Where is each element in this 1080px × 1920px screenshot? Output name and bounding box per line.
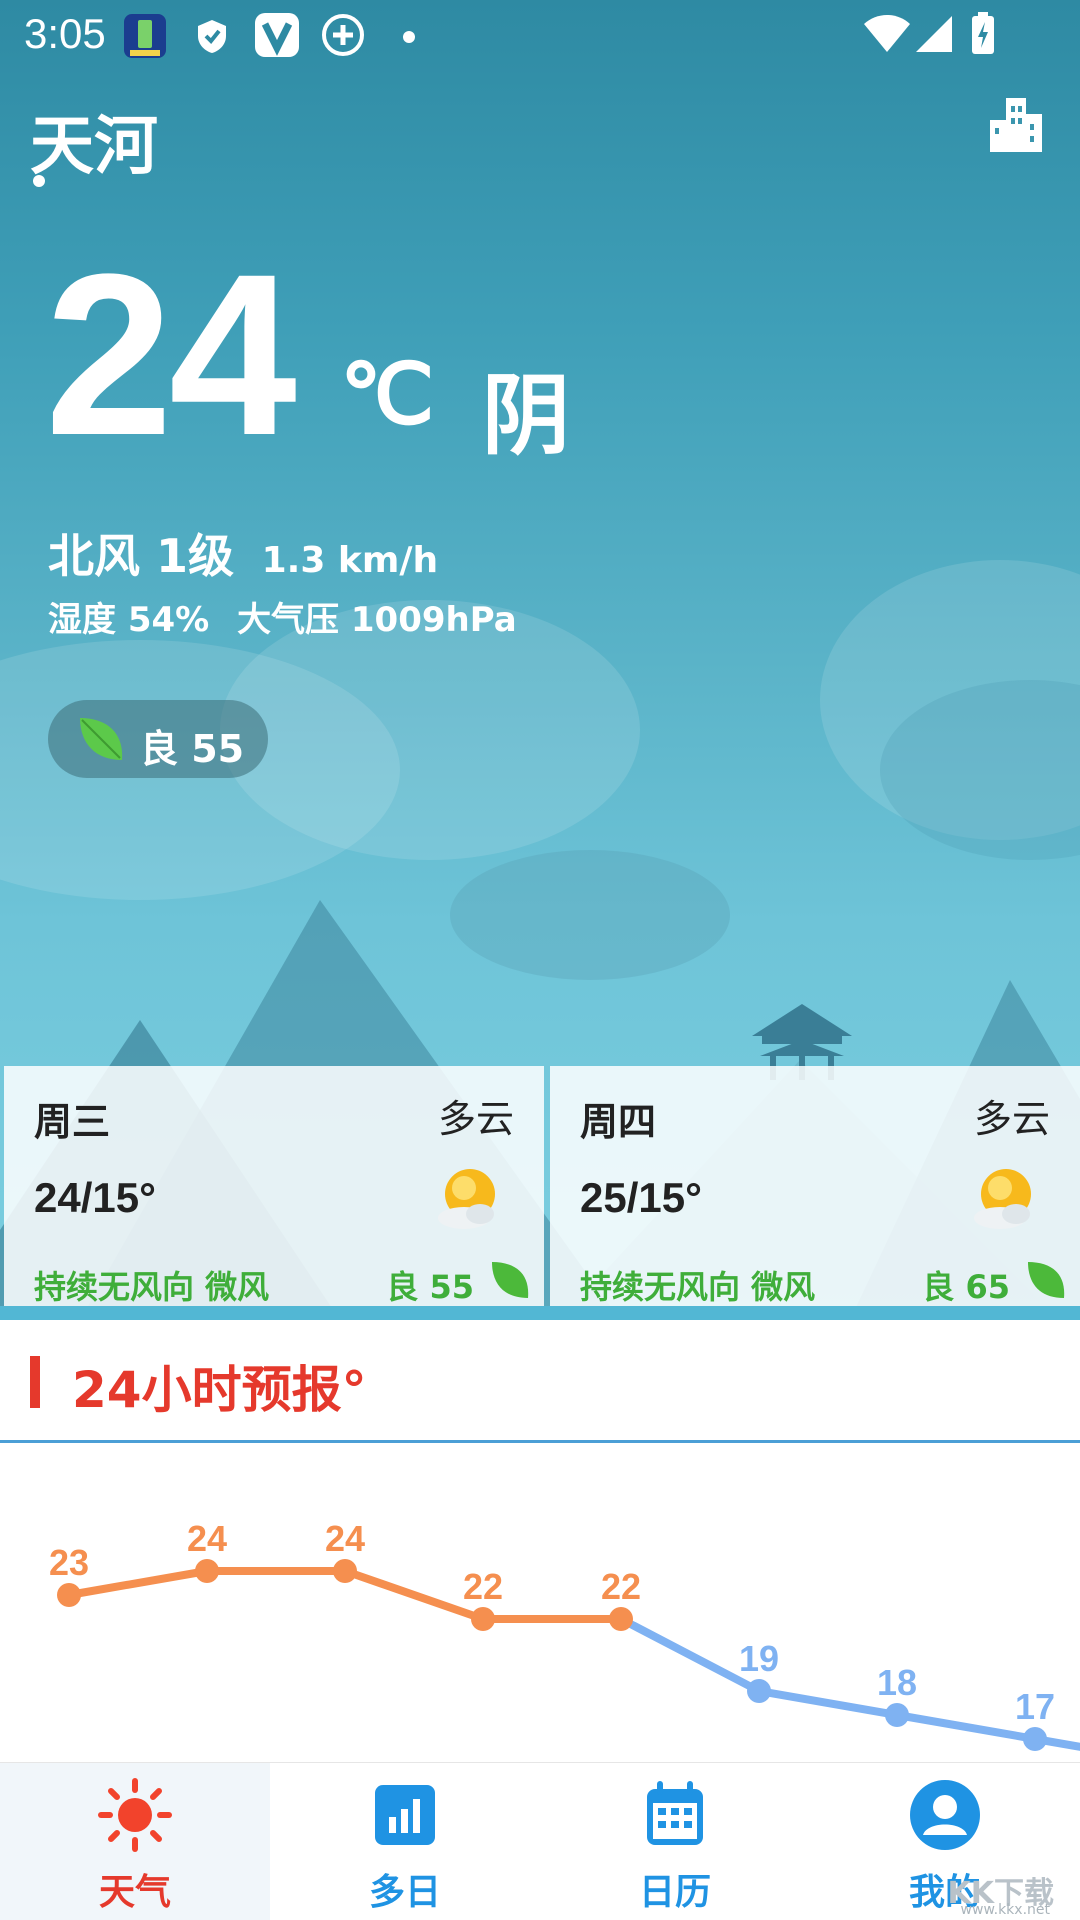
chart-data-label: 22 [601, 1566, 641, 1607]
leaf-icon [80, 718, 123, 760]
watermark-url: www.kkx.net [960, 1902, 1050, 1918]
chart-data-label: 24 [325, 1518, 365, 1559]
building-icon[interactable] [988, 96, 1044, 154]
cards-divider [0, 1306, 1080, 1320]
battery-app-icon [124, 14, 166, 58]
chart-data-label: 24 [187, 1518, 227, 1559]
forecast-day: 周三 [34, 1100, 111, 1144]
sun-icon [98, 1778, 172, 1852]
forecast-condition: 多云 [973, 1097, 1050, 1141]
wind-row: 北风 1级 1.3 km/h [48, 520, 438, 586]
battery-charging-icon [972, 12, 994, 54]
chart-point [57, 1583, 81, 1607]
chart-point [885, 1703, 909, 1727]
nav-tab-weather[interactable]: 天气 [0, 1763, 270, 1920]
forecast-condition: 多云 [437, 1097, 514, 1141]
forecast-card-thursday[interactable]: 周四 多云 25/15° 持续无风向 微风 良 65 [550, 1066, 1080, 1306]
dot-icon [403, 31, 415, 43]
forecast-wind: 持续无风向 微风 [580, 1268, 816, 1306]
chart-data-label: 22 [463, 1566, 503, 1607]
leaf-icon [1028, 1262, 1065, 1298]
partly-cloudy-icon [974, 1169, 1031, 1229]
forecast-temps: 25/15° [580, 1174, 702, 1221]
current-condition: 阴 [482, 364, 571, 467]
chart-point [747, 1679, 771, 1703]
status-bar: 3:05 [0, 0, 1080, 75]
forecast-day: 周四 [580, 1100, 657, 1144]
forecast-card-wednesday[interactable]: 周三 多云 24/15° 持续无风向 微风 良 55 [4, 1066, 544, 1306]
city-name[interactable]: 天河 [30, 95, 158, 187]
add-circle-icon [322, 14, 364, 56]
forecast-temps: 24/15° [34, 1174, 156, 1221]
partly-cloudy-icon [438, 1169, 495, 1229]
wind-direction: 北风 1级 [48, 529, 235, 583]
leaf-icon [492, 1262, 529, 1298]
forecast-wind: 持续无风向 微风 [34, 1268, 270, 1306]
chart-data-label: 19 [739, 1638, 779, 1679]
signal-icon [916, 16, 952, 52]
hourly-section-title: 24小时预报° [72, 1361, 367, 1419]
chart-data-label: 17 [1015, 1686, 1055, 1727]
current-temperature: 24 [45, 226, 297, 483]
calendar-icon [647, 1781, 703, 1845]
hourly-section-header: 24小时预报° [0, 1320, 1080, 1443]
profile-icon [910, 1780, 980, 1850]
pressure: 大气压 1009hPa [237, 600, 517, 640]
nav-tab-multiday[interactable]: 多日 [270, 1763, 540, 1920]
status-time: 3:05 [24, 10, 106, 57]
bottom-navigation: 天气 多日 日历 我的 [0, 1762, 1080, 1920]
chart-point [1023, 1727, 1047, 1751]
bar-chart-icon [375, 1785, 435, 1845]
nav-label: 多日 [368, 1872, 441, 1913]
hourly-temperature-chart[interactable]: 23 24 24 22 22 19 18 17 [0, 1443, 1080, 1763]
nav-label: 日历 [638, 1872, 711, 1913]
shield-icon [198, 20, 226, 53]
chart-data-label: 23 [49, 1542, 89, 1583]
chart-line-segment [65, 1567, 211, 1599]
nav-tab-calendar[interactable]: 日历 [540, 1763, 810, 1920]
temperature-unit: ℃ [340, 347, 435, 441]
nav-label: 天气 [98, 1872, 171, 1913]
forecast-aqi: 良 65 [922, 1268, 1010, 1306]
wifi-icon [864, 15, 910, 52]
chart-point [471, 1607, 495, 1631]
section-accent-bar [30, 1356, 40, 1408]
chart-point [609, 1607, 633, 1631]
humidity: 湿度 54% [48, 600, 210, 640]
weather-app: 3:05 天河 24 ℃ 阴 北风 1级 1.3 km/h 湿度 54% 大气压… [0, 0, 1080, 1920]
v-app-icon [255, 13, 299, 57]
chart-point [333, 1559, 357, 1583]
wind-speed: 1.3 km/h [261, 540, 439, 581]
chart-data-label: 18 [877, 1662, 917, 1703]
aqi-badge[interactable]: 良 55 [48, 700, 268, 778]
chart-point [195, 1559, 219, 1583]
forecast-aqi: 良 55 [386, 1268, 474, 1306]
location-indicator-dot [33, 175, 45, 187]
aqi-value: 良 55 [140, 727, 245, 771]
humidity-pressure-row: 湿度 54% 大气压 1009hPa [48, 592, 517, 641]
